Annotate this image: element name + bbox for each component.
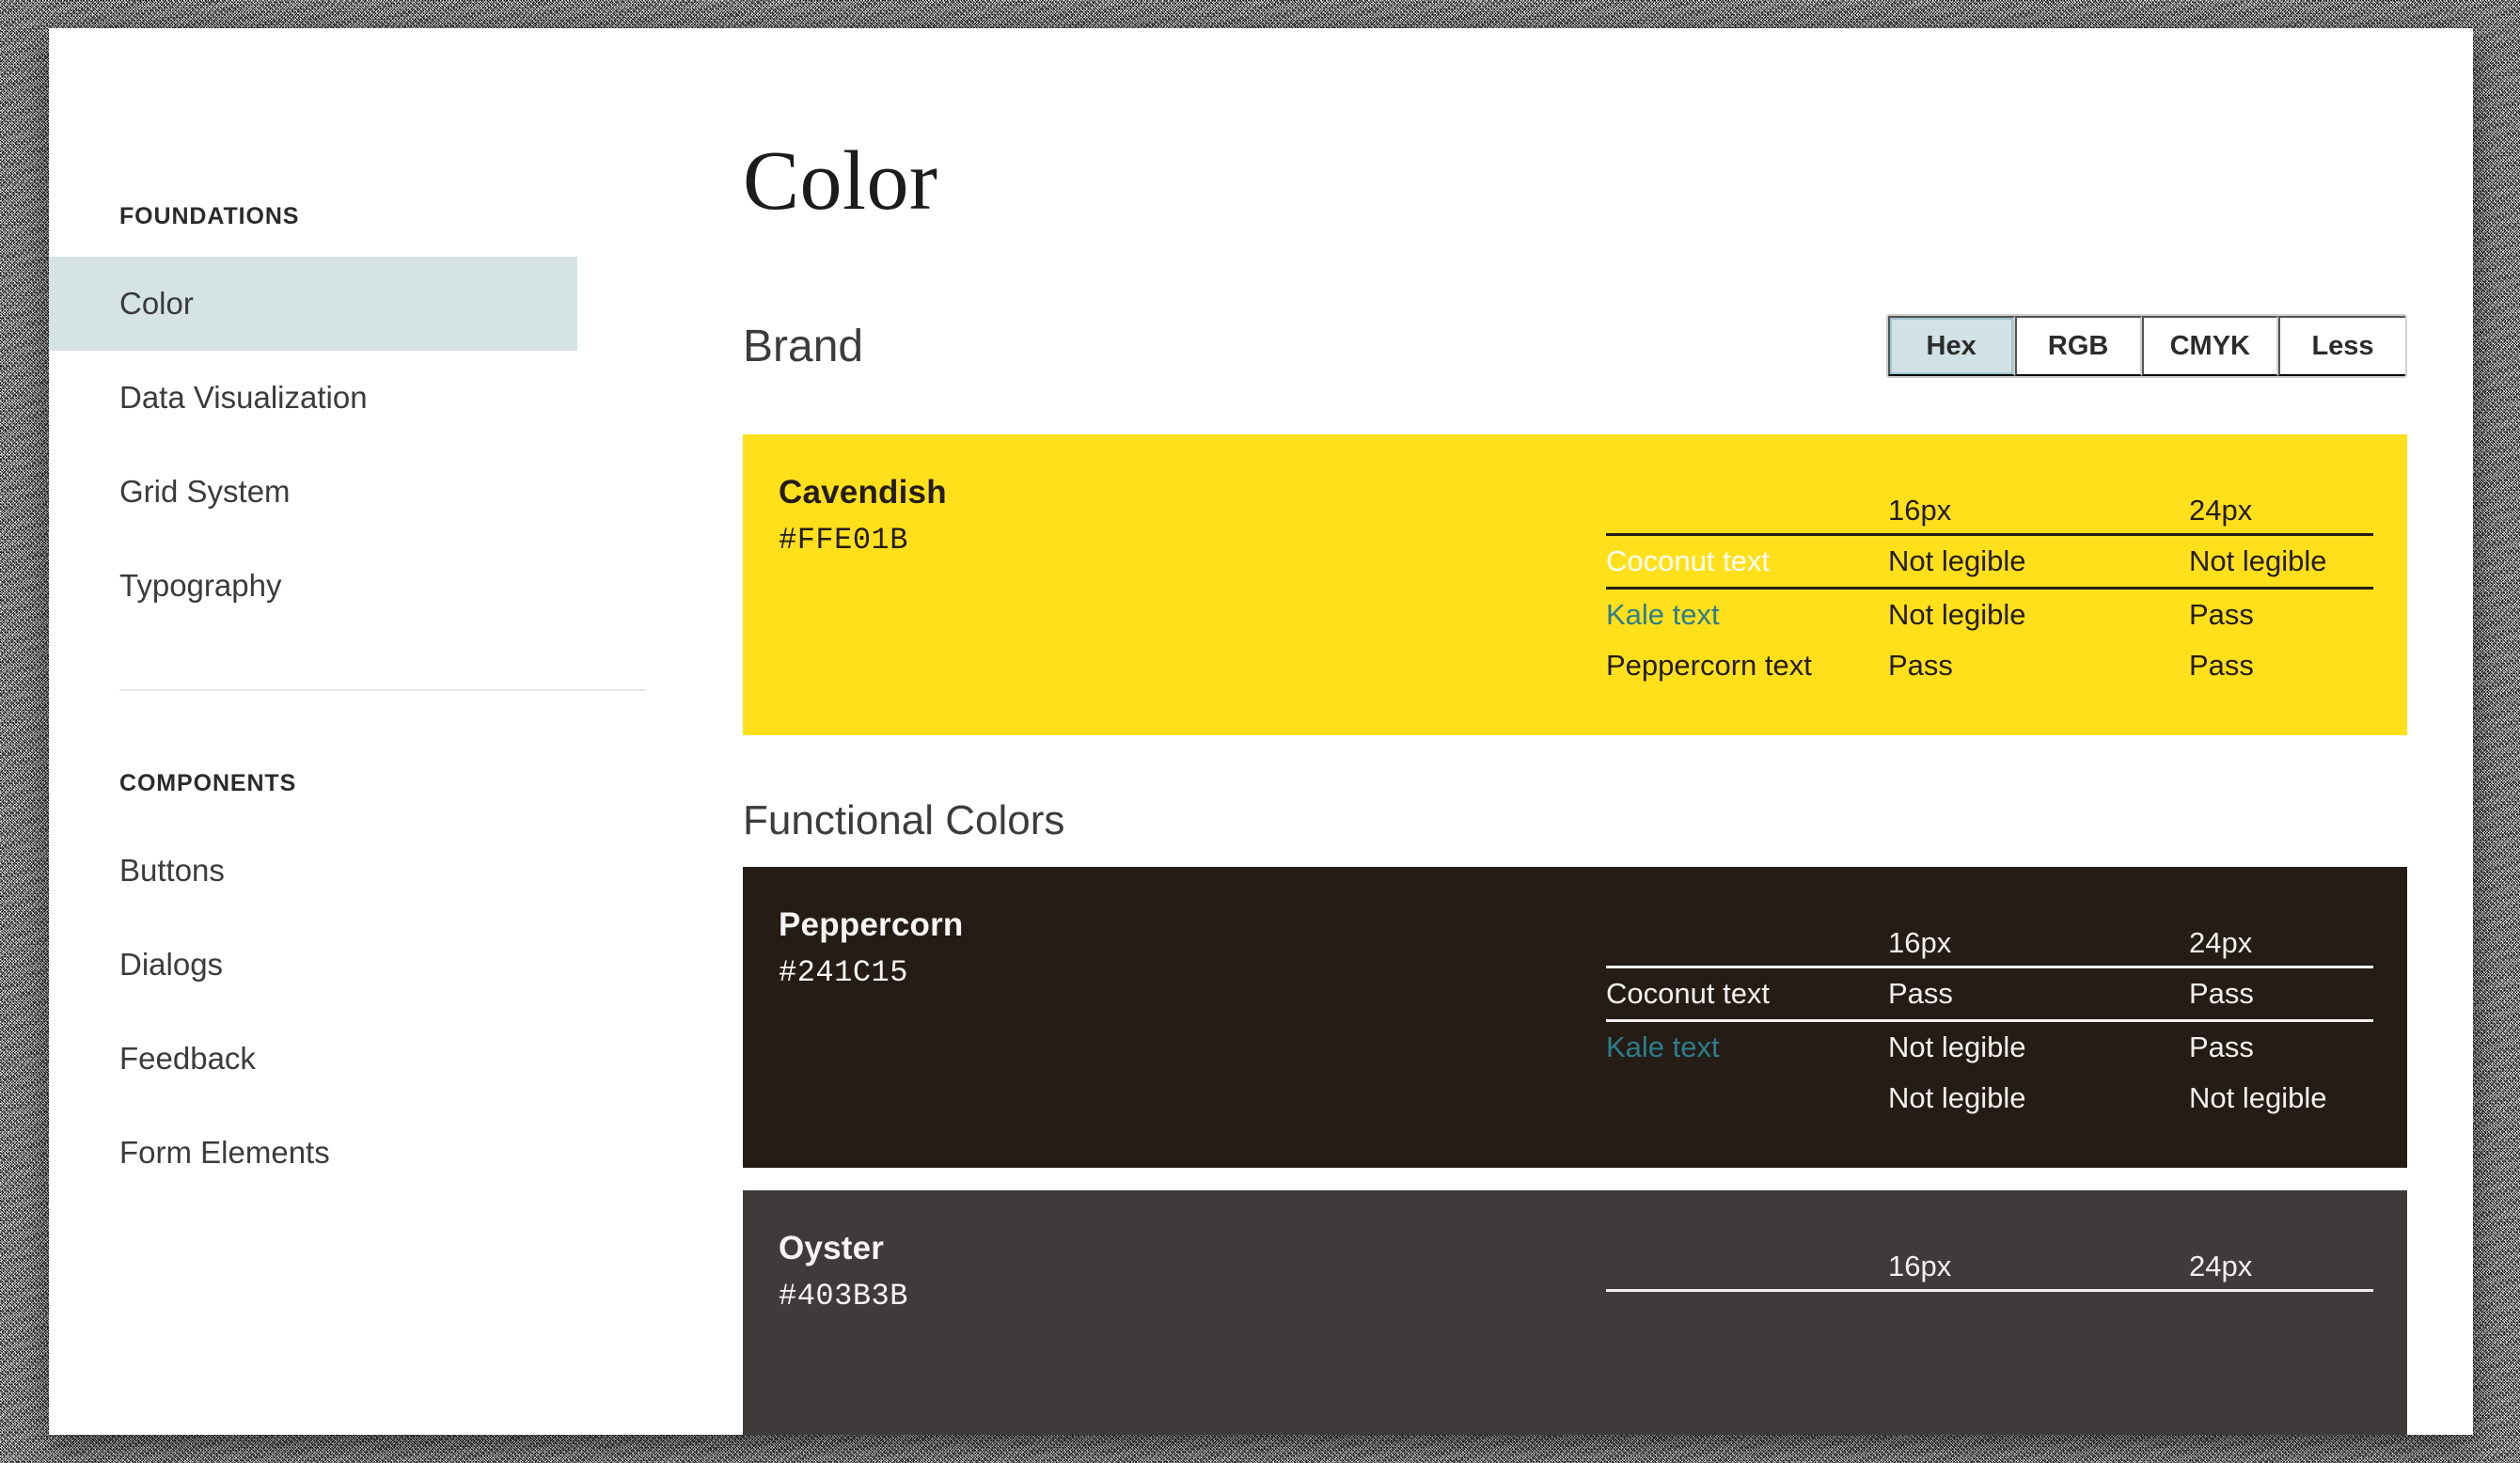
table-row: Peppercorn text Not legible Not legible xyxy=(1606,1073,2373,1124)
swatch-name-peppercorn: Peppercorn xyxy=(779,906,964,943)
sidebar-group-title-foundations: FOUNDATIONS xyxy=(119,203,300,229)
table-header-row: 16px 24px xyxy=(1606,918,2373,967)
legibility-table-cavendish: 16px 24px Coconut text Not legible Not l… xyxy=(1606,485,2373,735)
row-value-coconut-16: Pass xyxy=(1888,977,1953,1010)
section-title-brand: Brand xyxy=(743,321,864,371)
format-toggle-cmyk[interactable]: CMYK xyxy=(2141,316,2278,376)
swatch-value-cavendish: #FFE01B xyxy=(779,522,908,558)
row-value-kale-24: Pass xyxy=(2189,1030,2254,1063)
table-header-row: 16px 24px xyxy=(1606,485,2373,535)
row-label-kale: Kale text xyxy=(1606,598,1720,631)
legibility-table-peppercorn: 16px 24px Coconut text Pass Pass Kale te… xyxy=(1606,918,2373,1168)
swatch-name-oyster: Oyster xyxy=(779,1230,885,1266)
table-row: Kale text Not legible Pass xyxy=(1606,589,2373,641)
sidebar-list-foundations: Color Data Visualization Grid System Typ… xyxy=(49,257,679,633)
row-value-peppercorn-16: Pass xyxy=(1888,649,1953,682)
table-row: Peppercorn text Pass Pass xyxy=(1606,640,2373,691)
col-header-16px: 16px xyxy=(1888,1250,1952,1282)
sidebar-item-buttons[interactable]: Buttons xyxy=(49,824,577,918)
sidebar-item-data-visualization[interactable]: Data Visualization xyxy=(49,351,577,445)
col-header-sample xyxy=(1606,918,1888,967)
sidebar-item-color[interactable]: Color xyxy=(49,257,577,351)
sidebar-list-components: Buttons Dialogs Feedback Form Elements xyxy=(49,824,679,1200)
swatch-value-peppercorn: #241C15 xyxy=(779,954,908,990)
row-label-peppercorn: Peppercorn text xyxy=(1606,649,1812,682)
row-value-peppercorn-24: Not legible xyxy=(2189,1081,2327,1114)
col-header-24px: 24px xyxy=(2189,494,2253,527)
table-row: Kale text Not legible Pass xyxy=(1606,1021,2373,1074)
swatch-meta-cavendish: Cavendish #FFE01B xyxy=(779,472,1606,735)
row-label-coconut: Coconut text xyxy=(1606,544,1771,577)
sidebar-item-feedback[interactable]: Feedback xyxy=(49,1012,577,1106)
row-label-peppercorn: Peppercorn text xyxy=(1606,1081,1812,1114)
section-title-functional-colors: Functional Colors xyxy=(743,797,1065,843)
row-value-peppercorn-24: Pass xyxy=(2189,649,2254,682)
row-value-coconut-24: Pass xyxy=(2189,977,2254,1010)
sidebar-group-title-components: COMPONENTS xyxy=(119,770,297,796)
swatch-meta-oyster: Oyster #403B3B xyxy=(779,1228,1606,1435)
main-content: Color Brand Hex RGB CMYK Less Cavendish … xyxy=(679,28,2473,1435)
legibility-table-oyster: 16px 24px xyxy=(1606,1241,2373,1435)
row-value-kale-24: Pass xyxy=(2189,598,2254,631)
sidebar-item-grid-system[interactable]: Grid System xyxy=(49,445,577,539)
color-format-toggle[interactable]: Hex RGB CMYK Less xyxy=(1885,314,2407,378)
sidebar-item-dialogs[interactable]: Dialogs xyxy=(49,918,577,1012)
swatch-meta-peppercorn: Peppercorn #241C15 xyxy=(779,905,1606,1168)
row-value-kale-16: Not legible xyxy=(1888,598,2026,631)
format-toggle-rgb[interactable]: RGB xyxy=(2014,316,2142,376)
table-row: Coconut text Not legible Not legible xyxy=(1606,535,2373,589)
format-toggle-hex[interactable]: Hex xyxy=(1887,316,2015,376)
sidebar-item-typography[interactable]: Typography xyxy=(49,539,577,633)
row-value-coconut-16: Not legible xyxy=(1888,544,2026,577)
swatch-card-cavendish[interactable]: Cavendish #FFE01B 16px 24px Coconut text… xyxy=(743,434,2407,735)
design-system-page: FOUNDATIONS Color Data Visualization Gri… xyxy=(49,28,2473,1435)
sidebar-nav: FOUNDATIONS Color Data Visualization Gri… xyxy=(49,28,679,1435)
table-header-row: 16px 24px xyxy=(1606,1241,2373,1291)
swatch-name-cavendish: Cavendish xyxy=(779,474,947,511)
swatch-card-peppercorn[interactable]: Peppercorn #241C15 16px 24px Coconut tex… xyxy=(743,867,2407,1168)
col-header-16px: 16px xyxy=(1888,494,1952,527)
row-value-kale-16: Not legible xyxy=(1888,1030,2026,1063)
col-header-24px: 24px xyxy=(2189,1250,2253,1282)
swatch-value-oyster: #403B3B xyxy=(779,1278,908,1314)
row-value-coconut-24: Not legible xyxy=(2189,544,2327,577)
table-row: Coconut text Pass Pass xyxy=(1606,967,2373,1021)
format-toggle-less[interactable]: Less xyxy=(2278,316,2405,376)
row-label-kale: Kale text xyxy=(1606,1030,1720,1063)
col-header-sample xyxy=(1606,485,1888,535)
row-value-peppercorn-16: Not legible xyxy=(1888,1081,2026,1114)
col-header-sample xyxy=(1606,1241,1888,1291)
sidebar-item-form-elements[interactable]: Form Elements xyxy=(49,1106,577,1200)
col-header-24px: 24px xyxy=(2189,926,2253,959)
page-title: Color xyxy=(743,134,938,228)
brand-section-header: Brand Hex RGB CMYK Less xyxy=(743,308,2407,384)
row-label-coconut: Coconut text xyxy=(1606,977,1771,1010)
col-header-16px: 16px xyxy=(1888,926,1952,959)
swatch-card-oyster[interactable]: Oyster #403B3B 16px 24px xyxy=(743,1190,2407,1435)
